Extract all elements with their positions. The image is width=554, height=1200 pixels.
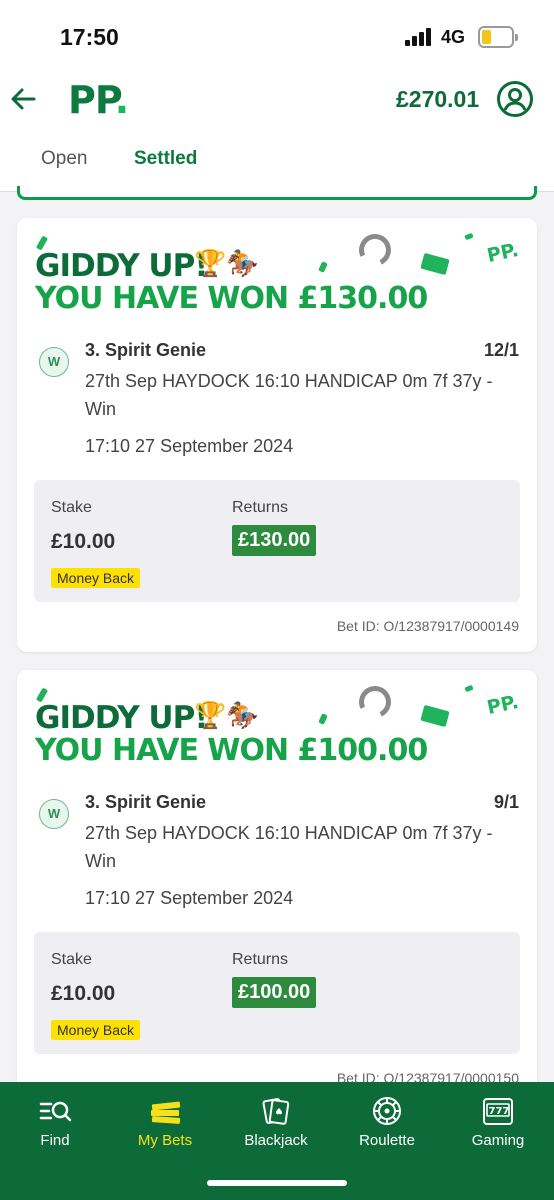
slot-machine-icon: 777: [483, 1098, 513, 1125]
stake-label: Stake: [51, 951, 92, 968]
selection-name: 3. Spirit Genie: [85, 340, 207, 360]
bet-slips-icon: [151, 1101, 181, 1124]
playing-cards-icon: [262, 1098, 290, 1125]
tab-settled[interactable]: Settled: [134, 148, 197, 170]
nav-label: Find: [40, 1132, 70, 1149]
tab-open[interactable]: Open: [41, 148, 87, 170]
confetti: [420, 704, 450, 728]
banner-win-amount: YOU HAVE WON £100.00: [35, 733, 428, 768]
market-description: 27th Sep HAYDOCK 16:10 HANDICAP 0m 7f 37…: [85, 823, 493, 871]
stake-returns-box: Stake £10.00 Returns £130.00 Money Back: [34, 480, 520, 602]
roulette-wheel-icon: [373, 1097, 401, 1125]
bet-id: Bet ID: O/12387917/0000149: [336, 618, 519, 634]
user-circle-icon[interactable]: [496, 80, 534, 118]
confetti: [318, 261, 328, 273]
win-badge: W: [39, 347, 69, 377]
banner-logo: PP.: [485, 690, 521, 720]
search-list-icon: [39, 1101, 72, 1122]
arrow-left-icon[interactable]: [8, 84, 38, 114]
confetti: [464, 684, 474, 693]
svg-text:777: 777: [489, 1106, 510, 1117]
account-balance[interactable]: £270.01: [396, 86, 479, 113]
nav-label: My Bets: [137, 1132, 193, 1149]
nav-my-bets[interactable]: My Bets: [110, 1082, 220, 1162]
banner-headline: GIDDY UP!: [35, 248, 208, 284]
banner-win-amount: YOU HAVE WON £130.00: [35, 281, 428, 316]
horseshoe-icon: [354, 229, 396, 271]
returns-value: £130.00: [232, 525, 317, 556]
app-header: PP. £270.01: [0, 72, 554, 134]
selection-name: 3. Spirit Genie: [85, 792, 207, 812]
returns-label: Returns: [232, 951, 289, 968]
stake-label: Stake: [51, 499, 92, 516]
horseshoe-icon: [354, 681, 396, 723]
nav-blackjack[interactable]: Blackjack: [221, 1082, 331, 1162]
status-bar: 17:50 4G: [0, 0, 554, 72]
bet-odds: 9/1: [493, 792, 519, 812]
returns-label: Returns: [232, 499, 289, 516]
paddy-power-logo[interactable]: PP.: [68, 78, 129, 122]
nav-roulette[interactable]: Roulette: [332, 1082, 442, 1162]
nav-label: Blackjack: [244, 1132, 308, 1149]
stake-returns-box: Stake £10.00 Returns £100.00 Money Back: [34, 932, 520, 1054]
event-datetime: 17:10 27 September 2024: [85, 436, 294, 456]
stake-value: £10.00: [51, 530, 116, 553]
win-banner: PP. GIDDY UP! 🏆🏇 YOU HAVE WON £130.00: [17, 218, 537, 328]
settled-bet-card: PP. GIDDY UP! 🏆🏇 YOU HAVE WON £130.00 W …: [17, 218, 537, 652]
market-description: 27th Sep HAYDOCK 16:10 HANDICAP 0m 7f 37…: [85, 371, 493, 419]
home-indicator: [207, 1180, 347, 1186]
banner-headline: GIDDY UP!: [35, 700, 208, 736]
returns-value: £100.00: [232, 977, 317, 1008]
stake-value: £10.00: [51, 982, 116, 1005]
money-back-tag: Money Back: [51, 1020, 141, 1040]
nav-label: Roulette: [359, 1132, 415, 1149]
battery-icon: [478, 26, 518, 48]
nav-gaming[interactable]: 777 Gaming: [443, 1082, 553, 1162]
settled-bet-card: PP. GIDDY UP! 🏆🏇 YOU HAVE WON £100.00 W …: [17, 670, 537, 1104]
trophy-horse-icon: 🏆🏇: [194, 248, 259, 278]
bet-tabs: Open Settled: [0, 134, 554, 192]
win-badge: W: [39, 799, 69, 829]
event-datetime: 17:10 27 September 2024: [85, 888, 294, 908]
nav-label: Gaming: [471, 1132, 525, 1149]
confetti: [420, 252, 450, 276]
money-back-tag: Money Back: [51, 568, 141, 588]
bet-odds: 12/1: [483, 340, 519, 360]
confetti: [464, 232, 474, 241]
trophy-horse-icon: 🏆🏇: [194, 700, 259, 730]
confetti: [318, 713, 328, 725]
banner-logo: PP.: [485, 238, 521, 268]
network-type: 4G: [441, 27, 466, 47]
win-banner: PP. GIDDY UP! 🏆🏇 YOU HAVE WON £100.00: [17, 670, 537, 780]
nav-find[interactable]: Find: [0, 1082, 110, 1162]
status-time: 17:50: [60, 24, 119, 50]
previous-card-edge: [17, 186, 537, 200]
signal-icon: [405, 28, 433, 46]
